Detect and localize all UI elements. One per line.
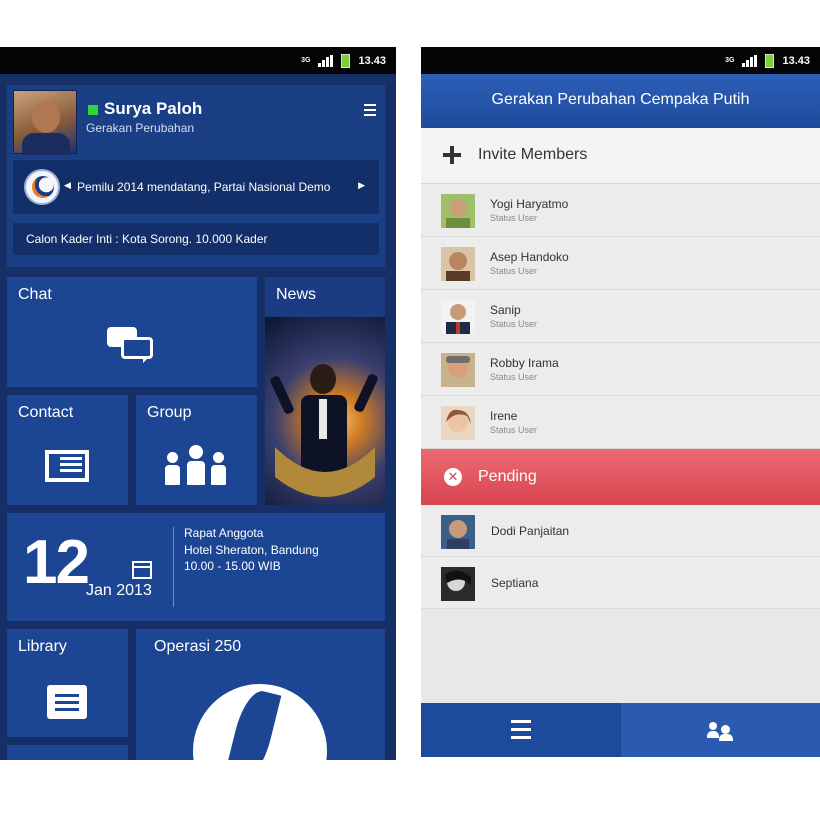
member-avatar [441, 515, 475, 549]
member-status: Status User [490, 372, 538, 382]
news-photo [265, 317, 385, 505]
profile-panel: Surya Paloh Gerakan Perubahan ◀ Pemilu 2… [7, 85, 385, 267]
profile-organization: Gerakan Perubahan [86, 121, 195, 135]
group-tile-label: Group [147, 404, 192, 421]
invite-members-label: Invite Members [478, 146, 588, 163]
event-month-year: Jan 2013 [86, 582, 152, 599]
group-people-icon [165, 443, 227, 485]
kader-info-text: Calon Kader Inti : Kota Sorong. 10.000 K… [26, 232, 268, 246]
library-tile-label: Library [18, 638, 67, 655]
event-divider [173, 527, 174, 607]
member-avatar [441, 194, 475, 228]
member-avatar [441, 406, 475, 440]
event-title: Rapat Anggota [184, 526, 264, 540]
member-row[interactable]: Yogi Haryatmo Status User [421, 184, 820, 237]
member-avatar [441, 353, 475, 387]
contact-tile-label: Contact [18, 404, 74, 421]
partial-tile[interactable] [7, 745, 128, 760]
pending-section-header[interactable]: ✕ Pending [421, 449, 820, 505]
status-time: 13.43 [358, 54, 386, 67]
member-row[interactable]: Asep Handoko Status User [421, 237, 820, 290]
group-title: Gerakan Perubahan Cempaka Putih [491, 91, 750, 108]
online-status-icon [88, 105, 98, 115]
status-bar: 3G 13.43 [0, 47, 396, 74]
network-3g-icon: 3G [725, 57, 735, 64]
news-ticker[interactable]: ◀ Pemilu 2014 mendatang, Partai Nasional… [13, 160, 379, 214]
list-icon [511, 720, 531, 744]
calendar-icon [132, 561, 152, 579]
party-emblem-icon [193, 684, 327, 760]
member-name: Yogi Haryatmo [490, 197, 569, 211]
member-name: Irene [490, 409, 518, 423]
contact-tile[interactable]: Contact [7, 395, 128, 505]
pending-member-name: Dodi Panjaitan [491, 524, 570, 538]
event-time: 10.00 - 15.00 WIB [184, 559, 281, 573]
network-3g-icon: 3G [301, 57, 311, 64]
party-logo-icon [24, 169, 60, 205]
news-tile-label: News [276, 286, 317, 303]
chat-bubbles-icon [107, 327, 155, 365]
chat-tile[interactable]: Chat [7, 277, 257, 387]
signal-icon [742, 54, 758, 67]
pending-label: Pending [478, 468, 537, 485]
member-row[interactable]: Irene Status User [421, 396, 820, 449]
member-avatar [441, 247, 475, 281]
bottom-nav [421, 703, 820, 757]
member-name: Robby Irama [490, 356, 559, 370]
close-circle-icon: ✕ [444, 468, 462, 486]
menu-icon[interactable] [364, 104, 376, 119]
chevron-left-icon[interactable]: ◀ [64, 180, 71, 191]
member-status: Status User [490, 213, 538, 223]
member-avatar [441, 567, 475, 601]
chevron-right-icon[interactable]: ▶ [358, 180, 365, 191]
battery-icon [765, 53, 775, 68]
operasi-tile-label: Operasi 250 [154, 638, 242, 655]
status-time: 13.43 [782, 54, 810, 67]
library-tile[interactable]: Library [7, 629, 128, 737]
member-name: Asep Handoko [490, 250, 569, 264]
chat-tile-label: Chat [18, 286, 52, 303]
pending-member-row[interactable]: Septiana [421, 557, 820, 609]
member-status: Status User [490, 425, 538, 435]
operasi-tile[interactable]: Operasi 250 [136, 629, 385, 760]
kader-info-bar[interactable]: Calon Kader Inti : Kota Sorong. 10.000 K… [13, 223, 379, 255]
group-header: Gerakan Perubahan Cempaka Putih [421, 74, 820, 128]
event-tile[interactable]: 12 Jan 2013 Rapat Anggota Hotel Sheraton… [7, 513, 385, 621]
members-screen: 3G 13.43 Gerakan Perubahan Cempaka Putih… [421, 47, 820, 757]
member-row[interactable]: Sanip Status User [421, 290, 820, 343]
address-book-icon [45, 450, 89, 482]
news-tile[interactable]: News [265, 277, 385, 505]
dashboard-screen: 3G 13.43 Surya Paloh Gerakan Perubahan ◀… [0, 47, 396, 760]
plus-icon [443, 146, 461, 164]
member-row[interactable]: Robby Irama Status User [421, 343, 820, 396]
users-icon [707, 722, 735, 741]
signal-icon [318, 54, 334, 67]
status-bar: 3G 13.43 [421, 47, 820, 74]
member-status: Status User [490, 319, 538, 329]
member-name: Sanip [490, 303, 521, 317]
member-avatar [441, 300, 475, 334]
pending-member-row[interactable]: Dodi Panjaitan [421, 505, 820, 557]
group-tile[interactable]: Group [136, 395, 257, 505]
pending-member-name: Septiana [491, 576, 539, 590]
event-place: Hotel Sheraton, Bandung [184, 543, 319, 557]
member-status: Status User [490, 266, 538, 276]
news-ticker-text: Pemilu 2014 mendatang, Partai Nasional D… [77, 180, 331, 194]
invite-members-button[interactable]: Invite Members [421, 128, 820, 184]
notebook-icon [47, 685, 87, 719]
battery-icon [341, 53, 351, 68]
profile-avatar[interactable] [13, 90, 77, 155]
profile-name: Surya Paloh [104, 99, 203, 118]
event-day: 12 [23, 528, 90, 597]
nav-members-button[interactable] [621, 703, 820, 757]
nav-list-button[interactable] [421, 703, 621, 757]
